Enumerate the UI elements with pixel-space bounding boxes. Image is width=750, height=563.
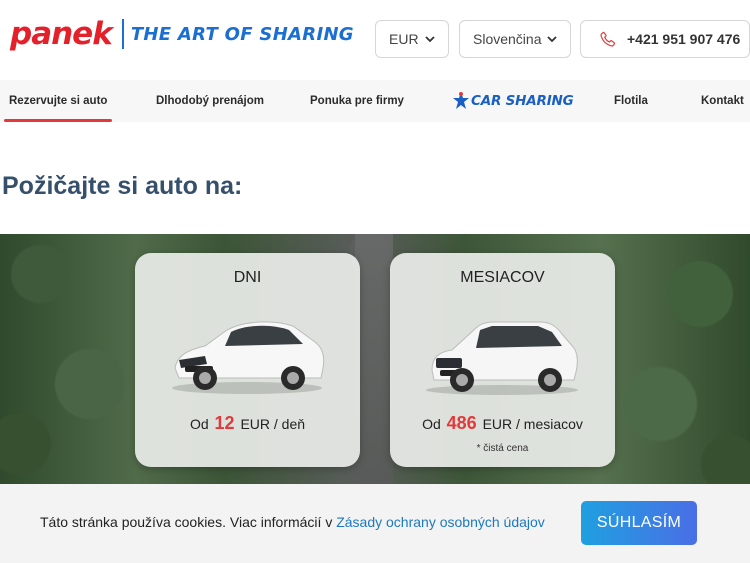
accept-cookies-button[interactable]: SÚHLASÍM [581,501,697,545]
rental-card-days[interactable]: DNI Od 12 EUR / deň [135,253,360,467]
language-select[interactable]: Slovenčina [459,20,571,58]
currency-value: EUR [389,31,419,47]
logo-wordmark: panek [10,16,113,52]
nav-item-long-term-rental[interactable]: Dlhodobý prenájom [156,80,264,122]
main-nav: Rezervujte si auto Dlhodobý prenájom Pon… [0,80,750,122]
chevron-down-icon [425,36,435,43]
cookie-message: Táto stránka používa cookies. Viac infor… [40,514,545,530]
nav-item-fleet[interactable]: Flotila [614,80,648,122]
price-amount: 12 [214,413,235,433]
phone-button[interactable]: +421 951 907 476 [580,20,750,58]
logo-tagline: THE ART OF SHARING [130,23,354,45]
language-value: Slovenčina [473,31,542,47]
currency-select[interactable]: EUR [375,20,449,58]
price-unit: EUR / mesiacov [482,416,583,432]
price-months: Od 486 EUR / mesiacov [390,413,615,434]
page-title: Požičajte si auto na: [2,172,243,200]
car-sharing-label: CAR SHARING [471,93,574,109]
price-days: Od 12 EUR / deň [135,413,360,434]
nav-item-car-sharing[interactable]: CAR SHARING [451,84,574,118]
nav-item-contact[interactable]: Kontakt [701,80,744,122]
price-amount: 486 [446,413,477,433]
white-suv-car-image [426,321,578,395]
rental-card-months[interactable]: MESIACOV Od 486 EUR / mesiacov * čistá c… [390,253,615,467]
hero-forest-background: DNI Od 12 EUR / deň MESIACOV Od 486 EUR … [0,234,750,484]
phone-number: +421 951 907 476 [627,31,741,47]
phone-icon [600,31,616,47]
forest-road [355,234,393,484]
price-prefix: Od [422,416,441,432]
panek-logo[interactable]: panek THE ART OF SHARING [10,16,354,52]
cookie-banner: Táto stránka používa cookies. Viac infor… [0,484,750,563]
logo-divider [121,19,124,49]
privacy-policy-link[interactable]: Zásady ochrany osobných údajov [336,514,545,530]
price-prefix: Od [189,416,209,432]
site-header: panek THE ART OF SHARING EUR Slovenčina … [0,0,750,80]
card-title: DNI [233,269,262,286]
nav-item-business-offer[interactable]: Ponuka pre firmy [310,80,404,122]
card-title: MESIACOV [460,269,545,286]
price-unit: EUR / deň [240,416,306,432]
net-price-note: * čistá cena [476,443,529,454]
nav-item-reserve[interactable]: Rezervujte si auto [3,80,113,122]
chevron-down-icon [547,36,557,43]
white-hatchback-car-image [172,321,325,394]
car-sharing-icon [453,92,469,109]
cookie-text: Táto stránka používa cookies. Viac infor… [40,514,333,530]
